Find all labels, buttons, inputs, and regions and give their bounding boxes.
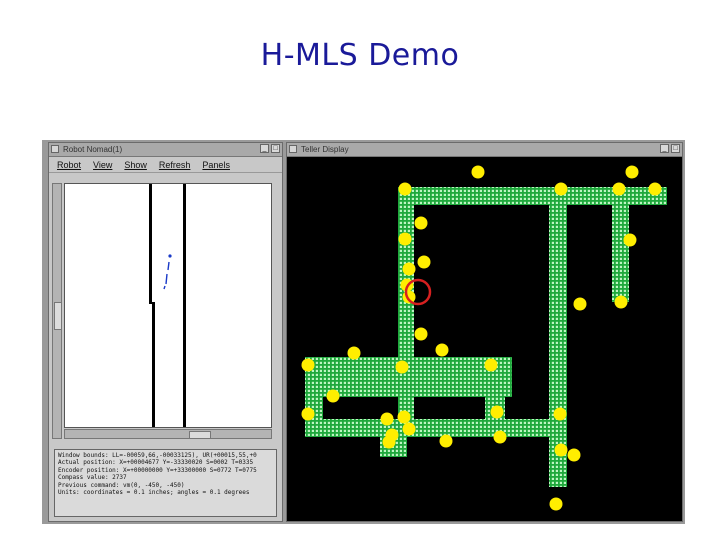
map-vertical-scrollbar[interactable] — [52, 183, 62, 439]
map-node[interactable] — [625, 165, 639, 179]
map-node[interactable] — [397, 410, 411, 424]
map-node[interactable] — [417, 255, 431, 269]
map-node[interactable] — [395, 360, 409, 374]
corridor-segment — [305, 419, 567, 437]
status-line-previous-command: Previous command: vm(0, -450, -450) — [58, 481, 185, 489]
map-node[interactable] — [490, 405, 504, 419]
map-node[interactable] — [484, 358, 498, 372]
map-node[interactable] — [435, 343, 449, 357]
robot-status-panel: Window bounds: LL=-00059,66,-00033125), … — [54, 449, 277, 517]
menu-robot[interactable]: Robot — [57, 160, 81, 170]
teller-window-title: Teller Display — [301, 145, 349, 154]
robot-window-titlebar[interactable]: Robot Nomad(1) _ □ — [49, 143, 282, 157]
window-menu-icon[interactable] — [289, 145, 297, 153]
map-node[interactable] — [398, 182, 412, 196]
map-node[interactable] — [614, 295, 628, 309]
corridor-segment — [549, 187, 567, 487]
map-node[interactable] — [301, 358, 315, 372]
status-line-window-bounds: Window bounds: LL=-00059,66,-00033125), … — [58, 452, 257, 459]
map-node[interactable] — [380, 412, 394, 426]
minimize-icon[interactable]: _ — [260, 144, 269, 153]
map-node[interactable] — [439, 434, 453, 448]
map-node[interactable] — [414, 327, 428, 341]
corridor-segment — [437, 357, 455, 397]
map-node[interactable] — [554, 182, 568, 196]
corridor-segment — [398, 187, 414, 437]
node-layer — [301, 165, 662, 511]
map-node[interactable] — [402, 422, 416, 436]
vertical-scroll-thumb[interactable] — [54, 302, 62, 330]
topological-map-display[interactable] — [287, 157, 682, 521]
map-node[interactable] — [414, 216, 428, 230]
menu-show[interactable]: Show — [124, 160, 147, 170]
robot-path-trace — [163, 261, 170, 290]
status-line-units: Units: coordinates = 0.1 inches; angles … — [58, 489, 250, 497]
teller-display-window: Teller Display _ □ — [286, 142, 683, 522]
robot-menubar: Robot View Show Refresh Panels — [49, 157, 282, 173]
status-line-encoder-position: Encoder position: X=+00000000 Y=+3330000… — [58, 466, 257, 474]
map-node[interactable] — [553, 407, 567, 421]
map-node[interactable] — [567, 448, 581, 462]
minimize-icon[interactable]: _ — [660, 144, 669, 153]
map-node[interactable] — [347, 346, 361, 360]
menu-view[interactable]: View — [93, 160, 112, 170]
topological-map — [301, 165, 667, 511]
slide-title: H-MLS Demo — [260, 38, 460, 73]
maximize-icon[interactable]: □ — [671, 144, 680, 153]
robot-trajectory — [163, 254, 172, 290]
map-node[interactable] — [573, 297, 587, 311]
menu-refresh[interactable]: Refresh — [159, 160, 191, 170]
corridor-layer — [305, 187, 667, 487]
map-node[interactable] — [623, 233, 637, 247]
status-line-actual-position: Actual position: X=+00004677 Y=-33330020… — [58, 459, 254, 467]
map-node[interactable] — [471, 165, 485, 179]
status-line-compass: Compass value: 2737 — [58, 474, 127, 482]
menu-panels[interactable]: Panels — [202, 160, 230, 170]
map-node[interactable] — [402, 262, 416, 276]
horizontal-scroll-thumb[interactable] — [189, 431, 211, 439]
map-node[interactable] — [648, 182, 662, 196]
map-node[interactable] — [398, 232, 412, 246]
map-node[interactable] — [382, 435, 396, 449]
map-node[interactable] — [493, 430, 507, 444]
robot-local-map[interactable] — [64, 183, 272, 428]
robot-window-title: Robot Nomad(1) — [63, 145, 123, 154]
desktop-screenshot: Robot Nomad(1) _ □ Robot View Show Refre… — [42, 140, 685, 524]
window-menu-icon[interactable] — [51, 145, 59, 153]
teller-window-titlebar[interactable]: Teller Display _ □ — [287, 143, 682, 157]
map-node[interactable] — [612, 182, 626, 196]
robot-nomad-window: Robot Nomad(1) _ □ Robot View Show Refre… — [48, 142, 283, 522]
robot-position-marker — [168, 254, 172, 258]
map-node[interactable] — [549, 497, 563, 511]
map-node[interactable] — [326, 389, 340, 403]
maximize-icon[interactable]: □ — [271, 144, 280, 153]
map-node[interactable] — [301, 407, 315, 421]
map-horizontal-scrollbar[interactable] — [64, 429, 272, 439]
map-node[interactable] — [554, 443, 568, 457]
